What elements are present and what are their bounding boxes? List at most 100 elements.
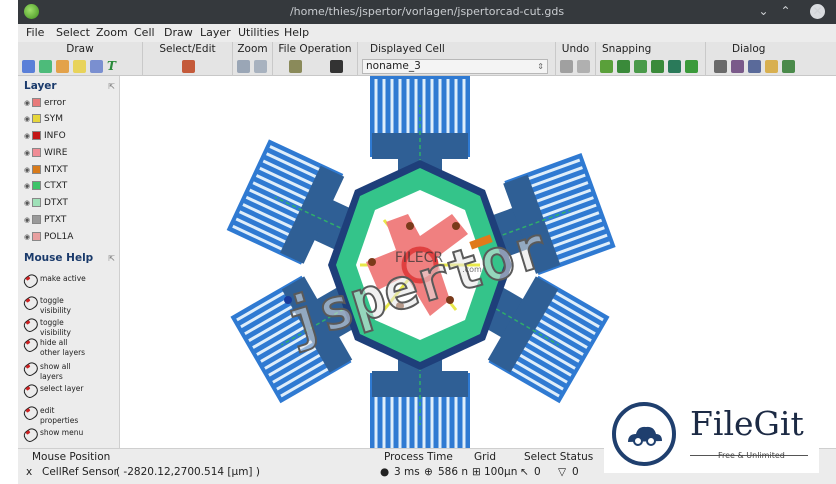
snap-middle-icon[interactable]: [651, 60, 664, 73]
snap-grid-icon[interactable]: [600, 60, 613, 73]
mouse-double-icon: [22, 384, 40, 398]
save-file-icon[interactable]: [330, 60, 343, 73]
layer-item-label: PTXT: [44, 215, 67, 225]
toolbar-group-snapping: Snapping: [596, 42, 706, 76]
layer-item-sym[interactable]: ◉ SYM: [24, 113, 63, 127]
menu-bar: File Select Zoom Cell Draw Layer Utiliti…: [18, 24, 836, 42]
window-title: /home/thies/jspertor/vorlagen/jspertorca…: [289, 5, 565, 18]
menu-zoom[interactable]: Zoom: [96, 26, 128, 39]
layer-item-ntxt[interactable]: ◉ NTXT: [24, 164, 68, 178]
layer-swatch: [32, 181, 41, 190]
undo-icon[interactable]: [560, 60, 573, 73]
layer-swatch: [32, 198, 41, 207]
mouse-help-item: select layer: [22, 384, 83, 398]
mouse-help-item: show all layers: [22, 362, 88, 382]
mouse-help-text: edit properties: [40, 406, 79, 425]
visibility-icon[interactable]: ◉: [24, 113, 31, 126]
toolbar-label-undo: Undo: [561, 43, 590, 55]
draw-text-icon[interactable]: T: [107, 60, 120, 73]
toolbar-label-snapping: Snapping: [602, 43, 652, 55]
zoom-fit-icon[interactable]: [237, 60, 250, 73]
maximize-button[interactable]: ⌃: [778, 4, 793, 19]
mouse-help-text: show menu: [40, 428, 84, 437]
visibility-icon[interactable]: ◉: [24, 231, 31, 244]
menu-select[interactable]: Select: [56, 26, 90, 39]
dialog-notes-icon[interactable]: [765, 60, 778, 73]
layer-swatch: [32, 165, 41, 174]
visibility-icon[interactable]: ◉: [24, 197, 31, 210]
layer-item-ctxt[interactable]: ◉ CTXT: [24, 180, 67, 194]
visibility-icon[interactable]: ◉: [24, 97, 31, 110]
mouse-coordinates: ( -2820.12,2700.514 [µm] ): [116, 466, 260, 478]
menu-layer[interactable]: Layer: [200, 26, 231, 39]
menu-file[interactable]: File: [26, 26, 44, 39]
layer-item-ptxt[interactable]: ◉ PTXT: [24, 214, 66, 228]
toolbar-group-undo: Undo: [556, 42, 596, 76]
layer-item-label: POL1A: [44, 232, 74, 242]
toolbar-label-draw: Draw: [66, 43, 94, 55]
visibility-icon[interactable]: ◉: [24, 147, 31, 160]
select-edit-icon[interactable]: [182, 60, 195, 73]
snap-center-icon[interactable]: [668, 60, 681, 73]
layer-swatch: [32, 148, 41, 157]
mouse-ctrl-icon: [22, 362, 40, 376]
layer-item-error[interactable]: ◉ error: [24, 97, 66, 111]
visibility-icon[interactable]: ◉: [24, 130, 31, 143]
dialog-tools-icon[interactable]: [714, 60, 727, 73]
mouse-help-text: select layer: [40, 384, 84, 393]
visibility-icon[interactable]: ◉: [24, 180, 31, 193]
displayed-cell-select[interactable]: noname_3 ⇕: [362, 59, 548, 74]
layer-swatch: [32, 215, 41, 224]
dialog-settings-icon[interactable]: [782, 60, 795, 73]
draw-path-icon[interactable]: [56, 60, 69, 73]
snap-point-icon[interactable]: [617, 60, 630, 73]
dialog-macro-icon[interactable]: [731, 60, 744, 73]
dialog-script-icon[interactable]: [748, 60, 761, 73]
selected-shape-count: 0: [572, 466, 579, 478]
menu-help[interactable]: Help: [284, 26, 309, 39]
draw-polygon-icon[interactable]: [22, 60, 35, 73]
mouse-right-icon: [22, 406, 40, 420]
menu-cell[interactable]: Cell: [134, 26, 155, 39]
close-button[interactable]: ✕: [810, 4, 825, 19]
layer-item-info[interactable]: ◉ INFO: [24, 130, 66, 144]
toolbar-label-dialog: Dialog: [732, 43, 766, 55]
mouse-help-dock-icon[interactable]: ⇱: [108, 254, 115, 263]
toolbar-label-file-operation: File Operation: [278, 43, 352, 55]
layer-swatch: [32, 98, 41, 107]
draw-circle-icon[interactable]: [73, 60, 86, 73]
mouse-help-text: toggle visibility: [40, 296, 71, 315]
mouse-left-icon: [22, 274, 40, 288]
mouse-help-item: make active: [22, 274, 86, 288]
draw-box-icon[interactable]: [39, 60, 52, 73]
menu-utilities[interactable]: Utilities: [238, 26, 279, 39]
layer-item-wire[interactable]: ◉ WIRE: [24, 147, 68, 161]
grid-icon: ⊞: [472, 466, 481, 478]
zoom-in-icon[interactable]: [254, 60, 267, 73]
layer-item-dtxt[interactable]: ◉ DTXT: [24, 197, 68, 211]
snap-angle-icon[interactable]: [685, 60, 698, 73]
layer-item-label: DTXT: [44, 198, 68, 208]
layer-panel-dock-icon[interactable]: ⇱: [108, 82, 115, 91]
open-file-icon[interactable]: [289, 60, 302, 73]
object-count: 586 n: [438, 466, 469, 478]
layer-item-label: error: [44, 98, 66, 108]
redo-icon[interactable]: [577, 60, 590, 73]
displayed-cell-value: noname_3: [366, 60, 421, 72]
visibility-icon[interactable]: ◉: [24, 214, 31, 227]
mouse-position-label: Mouse Position: [32, 451, 111, 463]
visibility-icon[interactable]: ◉: [24, 164, 31, 177]
layer-item-pol1a[interactable]: ◉ POL1A: [24, 231, 73, 245]
drawing-canvas[interactable]: jspertor FILECR .com: [121, 76, 836, 448]
snap-line-icon[interactable]: [634, 60, 647, 73]
layer-item-label: WIRE: [44, 148, 68, 158]
grid-value: 100µn: [484, 466, 518, 478]
minimize-button[interactable]: ⌄: [756, 4, 771, 19]
toolbar-group-zoom: Zoom: [233, 42, 273, 76]
draw-cellref-icon[interactable]: [90, 60, 103, 73]
mouse-help-item: edit properties: [22, 406, 88, 426]
toolbar-label-zoom: Zoom: [237, 43, 268, 55]
mouse-right-icon: [22, 428, 40, 442]
menu-draw[interactable]: Draw: [164, 26, 193, 39]
layout-drawing: jspertor FILECR .com: [225, 76, 618, 448]
